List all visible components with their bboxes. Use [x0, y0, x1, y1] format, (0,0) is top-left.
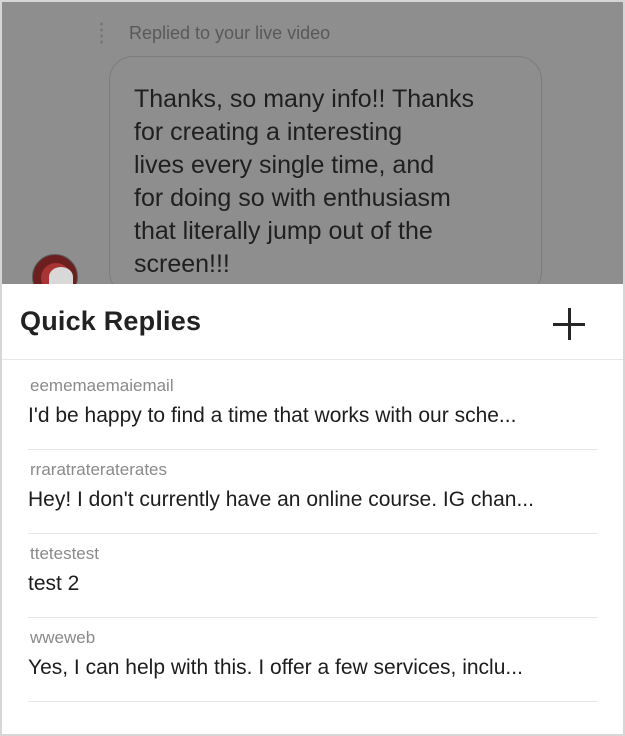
message-line: for doing so with enthusiasm: [134, 184, 451, 212]
quick-reply-text: test 2: [28, 572, 80, 595]
quick-reply-shortcut: eememaemaiemail: [30, 376, 174, 395]
reply-context: Replied to your live video: [100, 18, 330, 48]
message-line: Thanks, so many info!! Thanks: [134, 85, 474, 113]
quick-reply-list: eememaemaiemail I'd be happy to find a t…: [28, 366, 598, 702]
app-frame: Replied to your live video Thanks, so ma…: [0, 0, 625, 736]
message-line: screen!!!: [134, 250, 230, 278]
quick-reply-text: Hey! I don't currently have an online co…: [28, 488, 534, 511]
chat-thread-dimmed[interactable]: Replied to your live video Thanks, so ma…: [2, 2, 623, 284]
plus-icon[interactable]: [551, 306, 587, 342]
message-line: lives every single time, and: [134, 151, 435, 179]
quick-reply-item[interactable]: wweweb Yes, I can help with this. I offe…: [28, 618, 598, 702]
quick-reply-item[interactable]: ttetestest test 2: [28, 534, 598, 618]
message-bubble[interactable]: Thanks, so many info!! Thanks for creati…: [109, 56, 542, 284]
avatar-shape: [49, 267, 73, 284]
quick-reply-item[interactable]: rraratrateraterates Hey! I don't current…: [28, 450, 598, 534]
avatar[interactable]: [32, 254, 78, 284]
quick-reply-shortcut: rraratrateraterates: [30, 460, 167, 479]
quick-replies-sheet: Quick Replies eememaemaiemail I'd be hap…: [2, 284, 623, 734]
quick-reply-item[interactable]: eememaemaiemail I'd be happy to find a t…: [28, 366, 598, 450]
reply-indicator-bar: [100, 21, 103, 45]
quick-reply-shortcut: ttetestest: [30, 544, 99, 563]
quick-reply-text: Yes, I can help with this. I offer a few…: [28, 656, 523, 679]
sheet-header: Quick Replies: [2, 284, 623, 360]
message-line: that literally jump out of the: [134, 217, 433, 245]
quick-reply-shortcut: wweweb: [30, 628, 96, 647]
reply-context-label: Replied to your live video: [129, 22, 331, 43]
quick-reply-text: I'd be happy to find a time that works w…: [28, 404, 517, 427]
message-line: for creating a interesting: [134, 118, 403, 146]
sheet-title: Quick Replies: [20, 306, 202, 336]
